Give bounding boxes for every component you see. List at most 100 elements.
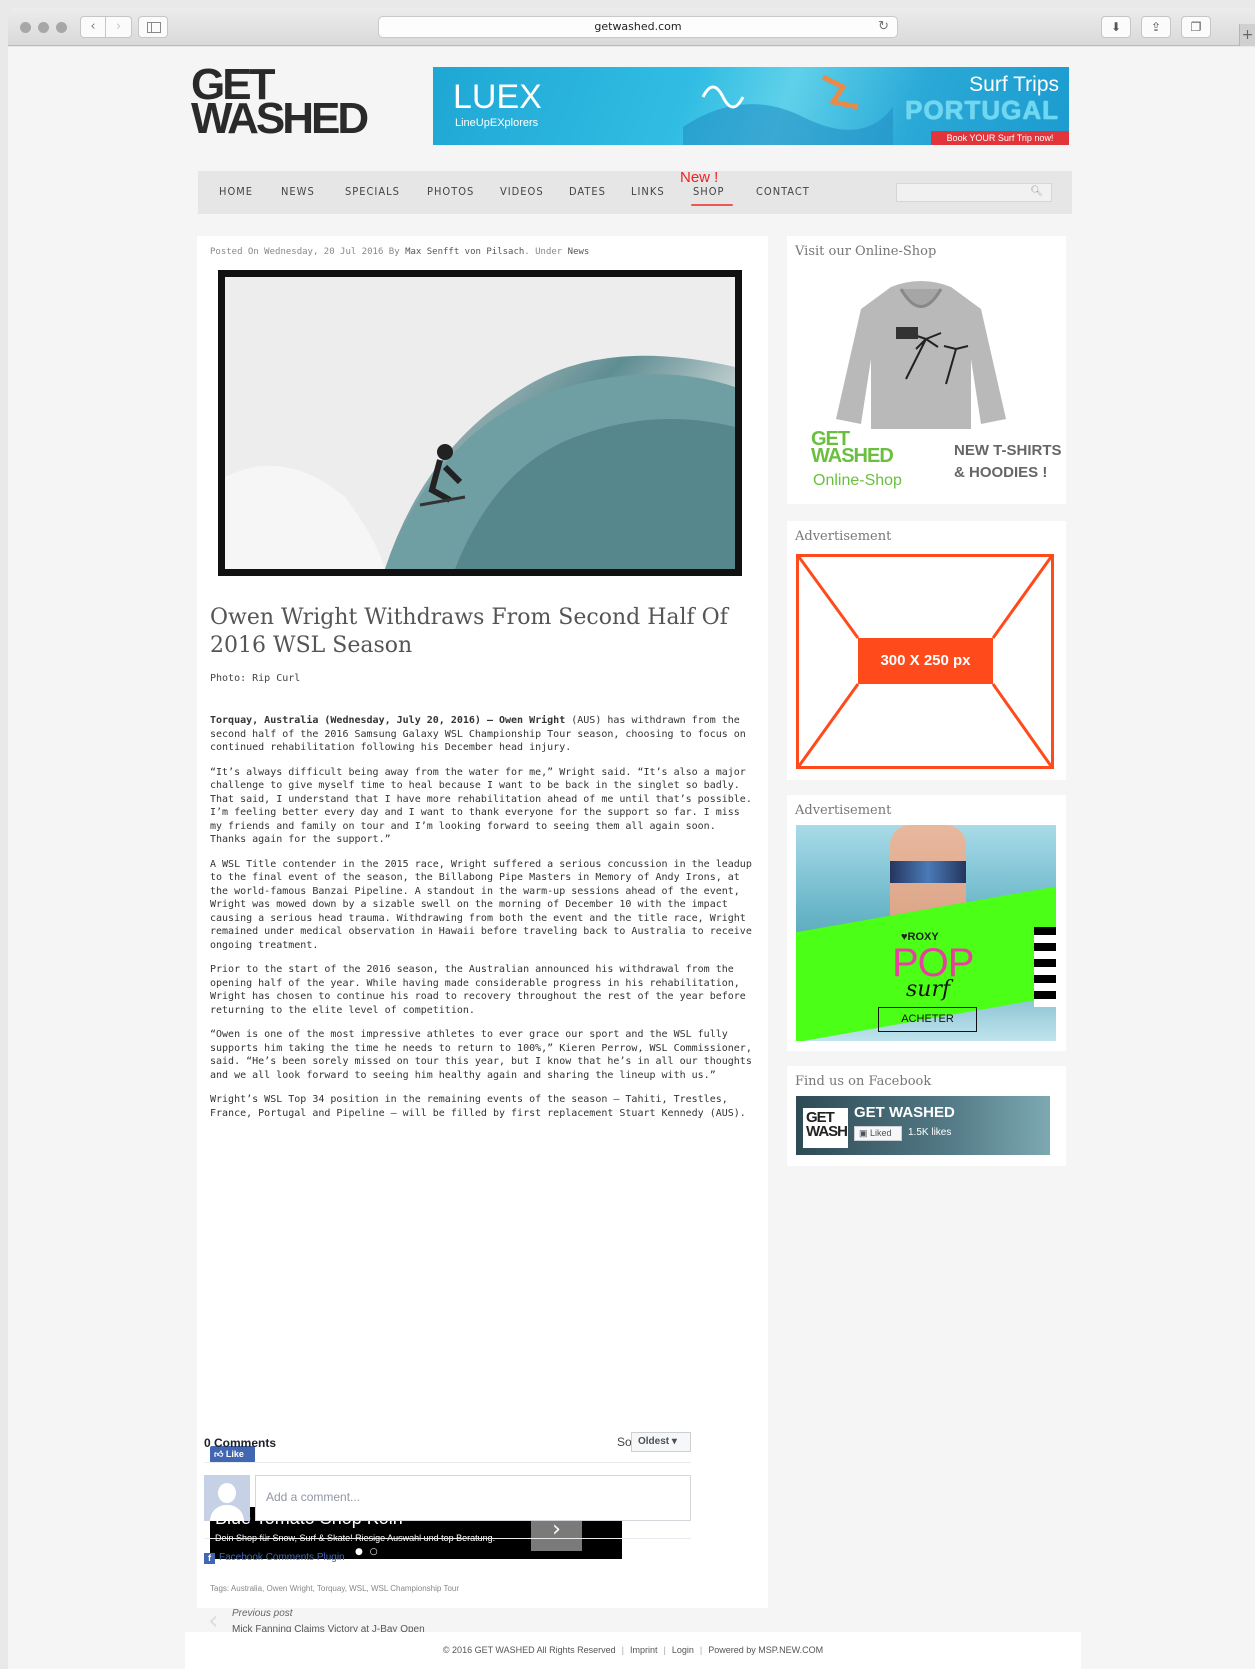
window-controls[interactable] [20,22,67,33]
article-card: Posted On Wednesday, 20 Jul 2016 By Max … [197,236,768,1636]
like-label: Like [225,1449,244,1459]
liked-label: Liked [870,1128,892,1138]
luex-logo: LUEX [453,78,542,116]
body-paragraph: Prior to the start of the 2016 season, t… [210,964,746,1016]
shop-promo: NEW T-SHIRTS & HOODIES ! [954,440,1062,484]
facebook-icon: ▣ [859,1128,871,1138]
ad-size-label: 300 X 250 px [858,638,993,684]
copyright: © 2016 GET WASHED All Rights Reserved [442,1645,616,1655]
ad-stripes [1034,927,1056,1007]
previous-post-label: Previous post [232,1608,293,1619]
surf-photo-illustration [225,277,735,569]
close-window-icon[interactable] [20,22,31,33]
luex-tagline: LineUpEXplorers [455,117,539,129]
zoom-window-icon[interactable] [56,22,67,33]
facebook-icon: f [204,1553,215,1564]
url-text: getwashed.com [594,20,682,33]
sidebar-toggle-button[interactable] [138,16,168,38]
new-tab-button[interactable]: + [1239,24,1255,46]
acheter-button[interactable]: ACHETER [878,1007,977,1032]
post-meta: Posted On Wednesday, 20 Jul 2016 By Max … [210,247,589,257]
ad-placeholder[interactable]: 300 X 250 px [796,554,1054,769]
browser-toolbar: ‹ › getwashed.com ↻ ⬇ ⇪ ❐ + [8,8,1255,46]
sort-dropdown[interactable]: Oldest ▾ [631,1432,691,1452]
widget-title: Advertisement [795,529,892,544]
nav-dates[interactable]: DATES [569,185,606,198]
swimsuit-image [890,861,966,883]
address-bar[interactable]: getwashed.com ↻ [378,16,898,38]
footer-powered-link[interactable]: Powered by MSP.NEW.COM [708,1645,823,1655]
facebook-widget: Find us on Facebook GET WASH GET WASHED … [787,1066,1066,1166]
page-logo: GET WASH [803,1108,848,1148]
banner-destination: PORTUGAL [905,95,1059,125]
logo-line-2: WASHED [191,94,369,143]
advertisement-widget: Advertisement ♥ROXY POP surf ACHETER [787,795,1066,1051]
post-author-link[interactable]: Max Senfft von Pilsach [405,247,524,257]
body-paragraph: “Owen is one of the most impressive athl… [210,1029,752,1081]
comment-input[interactable]: Add a comment... [255,1475,691,1521]
post-category-link[interactable]: News [568,247,590,257]
shop-logo-subtitle: Online-Shop [813,472,902,489]
search-input[interactable]: 🔍︎ [896,183,1052,202]
user-avatar [204,1475,250,1521]
surf-art-illustration [683,74,893,145]
post-meta-prefix: Posted On Wednesday, 20 Jul 2016 By [210,247,406,257]
post-meta-middle: . Under [524,247,568,257]
article-title: Owen Wright Withdraws From Second Half O… [210,605,728,658]
toolbar-actions: ⬇ ⇪ ❐ [1101,16,1211,38]
shop-underline-mark [691,204,733,206]
likes-count: 1.5K likes [908,1127,952,1138]
back-button[interactable]: ‹ [80,16,106,38]
banner-cta[interactable]: Book YOUR Surf Trip now! [931,131,1069,145]
widget-title: Advertisement [795,803,892,818]
footer-imprint-link[interactable]: Imprint [630,1645,658,1655]
luex-banner-ad[interactable]: LUEX LineUpEXplorers Surf Trips PORTUGAL… [433,67,1069,145]
history-nav: ‹ › [80,16,132,38]
nav-home[interactable]: HOME [219,185,253,198]
ad-pagination-dots[interactable]: ● ○ [355,1547,380,1557]
nav-contact[interactable]: CONTACT [756,185,810,198]
forward-button[interactable]: › [106,16,132,38]
tabs-overview-button[interactable]: ❐ [1181,16,1211,38]
page-name[interactable]: GET WASHED [854,1104,955,1121]
site-logo[interactable]: GET WASHED [191,63,403,148]
advertisement-widget: Advertisement 300 X 250 px [787,521,1066,780]
separator: | [699,1645,703,1655]
footer-login-link[interactable]: Login [672,1645,694,1655]
reload-icon[interactable]: ↻ [878,17,889,37]
nav-specials[interactable]: SPECIALS [345,185,400,198]
downloads-button[interactable]: ⬇ [1101,16,1131,38]
photo-credit: Photo: Rip Curl [210,673,301,684]
article-body: Torquay, Australia (Wednesday, July 20, … [210,714,755,1131]
nav-news[interactable]: NEWS [281,185,315,198]
banner-headline: Surf Trips [969,73,1059,96]
hoodie-image [836,281,1006,429]
shop-logo: GET WASHED [811,429,894,467]
nav-links[interactable]: LINKS [631,185,665,198]
liked-button[interactable]: ▣ Liked [854,1126,902,1141]
nav-videos[interactable]: VIDEOS [500,185,544,198]
separator: | [663,1645,666,1655]
facebook-plugin-link[interactable]: f Facebook Comments Plugin [204,1552,345,1564]
shop-promo-line-1: NEW T-SHIRTS [954,442,1062,459]
divider [204,1462,691,1463]
ad-surf-text: surf [906,977,951,1002]
shop-widget[interactable]: Visit our Online-Shop GET WASHED Online-… [787,236,1066,504]
divider [204,1538,691,1539]
minimize-window-icon[interactable] [38,22,49,33]
facebook-page-plugin[interactable]: GET WASH GET WASHED ▣ Liked 1.5K likes [796,1096,1050,1155]
post-tags[interactable]: Tags: Australia, Owen Wright, Torquay, W… [210,1584,459,1593]
comment-count: 0 Comments [204,1436,277,1450]
article-photo [218,270,742,576]
body-paragraph: “It’s always difficult being away from t… [210,766,752,846]
main-nav: HOME NEWS SPECIALS PHOTOS VIDEOS DATES L… [198,169,1072,214]
lead-paragraph: Torquay, Australia (Wednesday, July 20, … [210,714,755,755]
roxy-ad[interactable]: ♥ROXY POP surf ACHETER [796,825,1056,1041]
shop-logo-line-2: WASHED [811,445,894,467]
nav-photos[interactable]: PHOTOS [427,185,474,198]
body-paragraph: Wright’s WSL Top 34 position in the rema… [210,1094,746,1119]
share-button[interactable]: ⇪ [1141,16,1171,38]
search-icon[interactable]: 🔍︎ [1030,186,1043,197]
nav-shop[interactable]: SHOP [693,185,724,198]
separator: | [621,1645,624,1655]
